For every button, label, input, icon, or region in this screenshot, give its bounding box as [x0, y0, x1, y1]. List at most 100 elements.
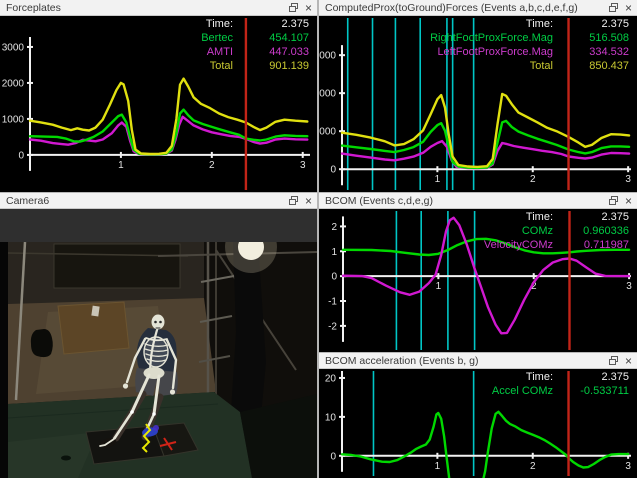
legend-label: Total	[530, 60, 553, 72]
y-tick-label: 0	[330, 165, 336, 176]
video-letterbox-left	[0, 242, 8, 478]
legend-value: 2.375	[553, 371, 629, 383]
y-tick-label: 20	[325, 373, 337, 384]
x-tick-label: 3	[626, 281, 632, 292]
close-icon[interactable]: ×	[625, 356, 632, 366]
x-tick-label: 3	[625, 174, 631, 185]
panel-title: Camera6	[6, 195, 289, 207]
y-tick-label: 3000	[319, 51, 336, 62]
panel-title: BCOM (Events c,d,e,g)	[325, 195, 609, 207]
legend-row: Total850.437	[430, 60, 629, 74]
y-tick-label: 1000	[2, 114, 25, 125]
close-icon[interactable]: ×	[305, 3, 312, 13]
y-tick-label: 3000	[2, 42, 25, 53]
legend-value: 2.375	[553, 18, 629, 30]
x-tick-label: 1	[435, 174, 441, 185]
panel-title: BCOM acceleration (Events b, g)	[325, 355, 609, 367]
legend-value: 2.375	[233, 18, 309, 30]
close-icon[interactable]: ×	[625, 3, 632, 13]
legend-row: Bertec454.107	[201, 32, 309, 46]
legend-label: Time:	[206, 18, 233, 30]
legend-label: Bertec	[201, 32, 233, 44]
y-tick-label: 10	[325, 412, 337, 423]
x-tick-label: 1	[435, 461, 441, 472]
x-tick-label: 2	[209, 160, 215, 171]
legend-label: RightFootProxForce.Mag	[430, 32, 553, 44]
panel-title: ComputedProx(toGround)Forces (Events a,b…	[325, 2, 609, 14]
series-Accel COMz	[342, 412, 628, 478]
legend-value: 516.508	[553, 32, 629, 44]
float-window-icon[interactable]	[289, 3, 298, 12]
legend-label: Time:	[526, 18, 553, 30]
chart-legend: Time:2.375RightFootProxForce.Mag516.508L…	[430, 18, 629, 74]
legend-value: 0.960336	[553, 225, 629, 237]
panel-bcom: BCOM (Events c,d,e,g) × -2-1012123 Time:…	[319, 193, 637, 352]
chart-legend: Time:2.375Bertec454.107AMTI447.033Total9…	[201, 18, 309, 74]
legend-row: VelocityCOMz0.711987	[484, 239, 629, 253]
legend-label: COMz	[522, 225, 553, 237]
series-Bertec	[30, 110, 307, 155]
legend-row: Time:2.375	[430, 18, 629, 32]
y-tick-label: 0	[331, 272, 337, 283]
legend-value: 334.532	[553, 46, 629, 58]
x-tick-label: 1	[118, 160, 124, 171]
y-tick-label: 1	[331, 247, 337, 258]
x-tick-label: 3	[300, 160, 306, 171]
series-RightFootProxForce.Mag	[342, 121, 629, 168]
panel-titlebar[interactable]: Camera6 ×	[0, 193, 317, 209]
close-icon[interactable]: ×	[625, 196, 632, 206]
series-LeftFootProxForce.Mag	[342, 141, 629, 168]
panel-titlebar[interactable]: BCOM acceleration (Events b, g) ×	[319, 353, 637, 369]
y-tick-label: 1000	[319, 127, 336, 138]
float-window-icon[interactable]	[289, 196, 298, 205]
legend-row: RightFootProxForce.Mag516.508	[430, 32, 629, 46]
panel-title: Forceplates	[6, 2, 289, 14]
legend-label: Time:	[526, 211, 553, 223]
legend-value: 447.033	[233, 46, 309, 58]
float-window-icon[interactable]	[609, 356, 618, 365]
legend-value: 454.107	[233, 32, 309, 44]
legend-row: COMz0.960336	[484, 225, 629, 239]
panel-titlebar[interactable]: Forceplates ×	[0, 0, 317, 16]
panel-computed-forces: ComputedProx(toGround)Forces (Events a,b…	[319, 0, 637, 192]
y-tick-label: 0	[330, 451, 336, 462]
x-tick-label: 2	[530, 461, 536, 472]
chart-legend: Time:2.375Accel COMz-0.533711	[492, 371, 629, 399]
y-tick-label: -2	[328, 321, 337, 332]
panel-bcom-acceleration: BCOM acceleration (Events b, g) × 0 10 20 1…	[319, 353, 637, 478]
x-tick-label: 2	[530, 174, 536, 185]
legend-row: Accel COMz-0.533711	[492, 385, 629, 399]
x-tick-label: 1	[436, 281, 442, 292]
y-tick-label: -1	[328, 297, 337, 308]
series-Total	[342, 94, 629, 167]
panel-camera: Camera6 ×	[0, 193, 317, 478]
legend-row: AMTI447.033	[201, 46, 309, 60]
panel-forceplates: Forceplates × 0 1000 2000 3000 1 2 3 Time:2.37…	[0, 0, 317, 192]
legend-value: 2.375	[553, 211, 629, 223]
legend-label: Time:	[526, 371, 553, 383]
camera-video-frame[interactable]	[8, 242, 317, 478]
analysis-workspace: Forceplates × 0100020003000123 Time:2.37…	[0, 0, 637, 478]
legend-label: Accel COMz	[492, 385, 553, 397]
legend-label: AMTI	[207, 46, 233, 58]
y-tick-label: 2	[331, 222, 337, 233]
chart-legend: Time:2.375COMz0.960336VelocityCOMz0.7119…	[484, 211, 629, 253]
legend-row: Time:2.375	[492, 371, 629, 385]
legend-row: Total901.139	[201, 60, 309, 74]
legend-label: VelocityCOMz	[484, 239, 553, 251]
y-tick-label: 2000	[319, 89, 336, 100]
close-icon[interactable]: ×	[305, 196, 312, 206]
panel-titlebar[interactable]: BCOM (Events c,d,e,g) ×	[319, 193, 637, 209]
y-tick-label: 2000	[2, 78, 25, 89]
x-tick-label: 3	[625, 461, 631, 472]
panel-titlebar[interactable]: ComputedProx(toGround)Forces (Events a,b…	[319, 0, 637, 16]
legend-label: Total	[210, 60, 233, 72]
legend-label: LeftFootProxForce.Mag	[437, 46, 553, 58]
y-tick-label: 0	[18, 150, 24, 161]
legend-value: 850.437	[553, 60, 629, 72]
float-window-icon[interactable]	[609, 196, 618, 205]
legend-value: 901.139	[233, 60, 309, 72]
float-window-icon[interactable]	[609, 3, 618, 12]
legend-value: -0.533711	[553, 385, 629, 397]
video-letterbox	[0, 209, 317, 242]
